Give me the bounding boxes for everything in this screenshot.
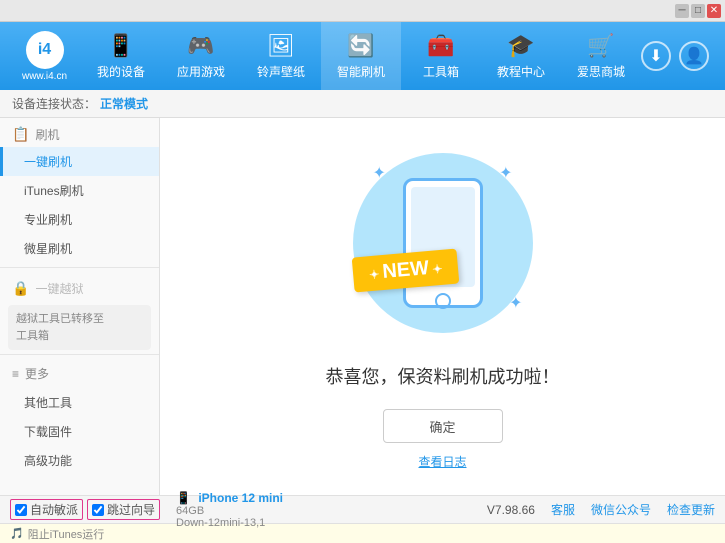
flash-section-title: 刷机: [35, 126, 59, 143]
user-button[interactable]: 👤: [679, 41, 709, 71]
nav-item-tools[interactable]: 🧰 工具箱: [401, 22, 481, 90]
more-icon: ≡: [12, 367, 19, 381]
skip-wizard-checkbox-item: 跳过向导: [87, 499, 160, 520]
sidebar-divider-2: [0, 354, 159, 355]
skip-wizard-checkbox[interactable]: [92, 504, 104, 516]
nav-item-smart-flash[interactable]: 🔄 智能刷机: [321, 22, 401, 90]
apps-icon: 🎮: [187, 33, 214, 59]
sidebar-item-save-flash[interactable]: 微星刷机: [0, 234, 159, 263]
nav-item-store[interactable]: 🛒 爱思商城: [561, 22, 641, 90]
nav-label-tutorials: 教程中心: [497, 63, 545, 80]
nav-items: 📱 我的设备 🎮 应用游戏 🖼 铃声壁纸 🔄 智能刷机 🧰 工具箱 🎓 教程中心…: [81, 22, 641, 90]
version-label: V7.98.66: [487, 503, 535, 517]
device-storage: 64GB: [176, 505, 283, 517]
nav-right: ⬇ 👤: [641, 41, 709, 71]
flash-icon: 🔄: [347, 33, 374, 59]
auto-send-label: 自动敏派: [30, 501, 78, 518]
success-text: 恭喜您，保资料刷机成功啦！: [326, 363, 560, 389]
tutorials-icon: 🎓: [507, 33, 534, 59]
sidebar-more: ≡ 更多: [0, 359, 159, 388]
nav-item-my-device[interactable]: 📱 我的设备: [81, 22, 161, 90]
auto-send-checkbox-item: 自动敏派: [10, 499, 83, 520]
logo-symbol: i4: [38, 41, 51, 59]
sidebar: 📋 刷机 一键刷机 iTunes刷机 专业刷机 微星刷机 🔒 一键越狱 越狱工具…: [0, 118, 160, 495]
header: i4 www.i4.cn 📱 我的设备 🎮 应用游戏 🖼 铃声壁纸 🔄 智能刷机…: [0, 22, 725, 90]
sidebar-item-pro-flash[interactable]: 专业刷机: [0, 205, 159, 234]
sidebar-section-jailbreak: 🔒 一键越狱: [0, 272, 159, 301]
content-area: NEW ✦ ✦ ✦ 恭喜您，保资料刷机成功啦！ 确定 查看日志: [160, 118, 725, 495]
nav-item-apps-games[interactable]: 🎮 应用游戏: [161, 22, 241, 90]
bottom-right: V7.98.66 客服 微信公众号 检查更新: [487, 501, 715, 518]
status-bar: 设备连接状态： 正常模式: [0, 90, 725, 118]
wallpaper-icon: 🖼: [267, 33, 295, 59]
sparkle-icon-2: ✦: [499, 163, 512, 183]
sidebar-item-advanced[interactable]: 高级功能: [0, 446, 159, 475]
status-label: 设备连接状态：: [12, 95, 96, 112]
nav-label-tools: 工具箱: [423, 63, 459, 80]
sparkle-icon-3: ✦: [509, 293, 522, 313]
wechat-link[interactable]: 微信公众号: [591, 501, 651, 518]
lock-icon: 🔒: [12, 280, 29, 297]
support-link[interactable]: 客服: [551, 501, 575, 518]
sidebar-item-one-key-flash[interactable]: 一键刷机: [0, 147, 159, 176]
success-illustration: NEW ✦ ✦ ✦: [343, 143, 543, 343]
nav-label-store: 爱思商城: [577, 63, 625, 80]
download-button[interactable]: ⬇: [641, 41, 671, 71]
sidebar-divider-1: [0, 267, 159, 268]
logo-area: i4 www.i4.cn: [8, 31, 81, 82]
check-update-link[interactable]: 检查更新: [667, 501, 715, 518]
title-bar: ─ □ ✕: [0, 0, 725, 22]
sidebar-item-download-firmware[interactable]: 下载固件: [0, 417, 159, 446]
maximize-button[interactable]: □: [691, 4, 705, 18]
phone-shape: [403, 178, 483, 308]
nav-item-wallpaper[interactable]: 🖼 铃声壁纸: [241, 22, 321, 90]
sidebar-item-itunes-flash[interactable]: iTunes刷机: [0, 176, 159, 205]
sidebar-section-flash: 📋 刷机: [0, 118, 159, 147]
auto-send-checkbox[interactable]: [15, 504, 27, 516]
bottom-bar: 自动敏派 跳过向导 📱 iPhone 12 mini 64GB Down-12m…: [0, 495, 725, 523]
tools-icon: 🧰: [427, 33, 454, 59]
store-icon: 🛒: [587, 33, 614, 59]
device-name: iPhone 12 mini: [198, 491, 283, 505]
nav-label-apps-games: 应用游戏: [177, 63, 225, 80]
device-icon: 📱: [107, 33, 134, 59]
nav-label-smart-flash: 智能刷机: [337, 63, 385, 80]
flash-section-icon: 📋: [12, 126, 29, 143]
nav-label-wallpaper: 铃声壁纸: [257, 63, 305, 80]
phone-home-btn: [435, 293, 451, 309]
logo-text: www.i4.cn: [22, 71, 67, 82]
confirm-button[interactable]: 确定: [383, 409, 503, 443]
main-layout: 📋 刷机 一键刷机 iTunes刷机 专业刷机 微星刷机 🔒 一键越狱 越狱工具…: [0, 118, 725, 495]
itunes-icon: 🎵: [10, 527, 24, 540]
log-link[interactable]: 查看日志: [418, 453, 466, 470]
device-icon-small: 📱: [176, 491, 191, 505]
status-value: 正常模式: [100, 95, 148, 112]
logo-icon: i4: [26, 31, 64, 69]
checkbox-area: 自动敏派 跳过向导: [10, 499, 160, 520]
minimize-button[interactable]: ─: [675, 4, 689, 18]
nav-label-my-device: 我的设备: [97, 63, 145, 80]
close-button[interactable]: ✕: [707, 4, 721, 18]
jailbreak-note: 越狱工具已转移至工具箱: [8, 305, 151, 350]
sidebar-item-other-tools[interactable]: 其他工具: [0, 388, 159, 417]
sparkle-icon-1: ✦: [373, 163, 386, 183]
skip-wizard-label: 跳过向导: [107, 501, 155, 518]
nav-item-tutorials[interactable]: 🎓 教程中心: [481, 22, 561, 90]
